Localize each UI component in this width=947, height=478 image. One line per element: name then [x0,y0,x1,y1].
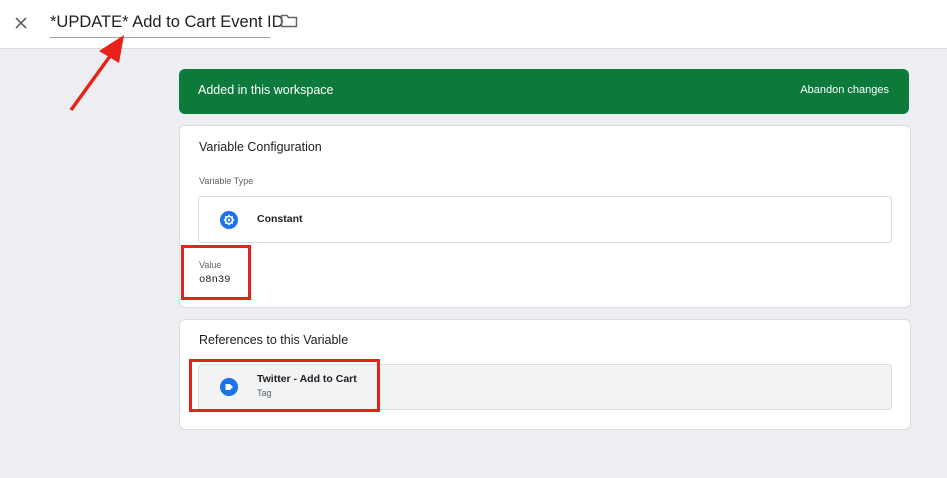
reference-highlight-box [189,359,380,412]
close-icon [15,17,27,29]
abandon-changes-button[interactable]: Abandon changes [800,84,889,96]
close-button[interactable] [10,12,32,34]
banner-text: Added in this workspace [198,83,334,97]
gear-icon [220,211,238,229]
variable-type-box[interactable]: Constant [198,196,892,243]
variable-type-label: Variable Type [199,176,254,186]
variable-configuration-card[interactable]: Variable Configuration Variable Type Con… [179,125,911,308]
workspace-banner: Added in this workspace Abandon changes [179,69,909,114]
value-highlight-box [181,245,251,300]
variable-title[interactable]: *UPDATE* Add to Cart Event ID [50,10,284,38]
card-title: Variable Configuration [199,140,322,154]
top-bar: *UPDATE* Add to Cart Event ID [0,0,947,49]
references-title: References to this Variable [199,333,349,347]
folder-button[interactable] [280,13,300,33]
folder-icon [280,14,298,28]
variable-type-name: Constant [257,213,303,225]
